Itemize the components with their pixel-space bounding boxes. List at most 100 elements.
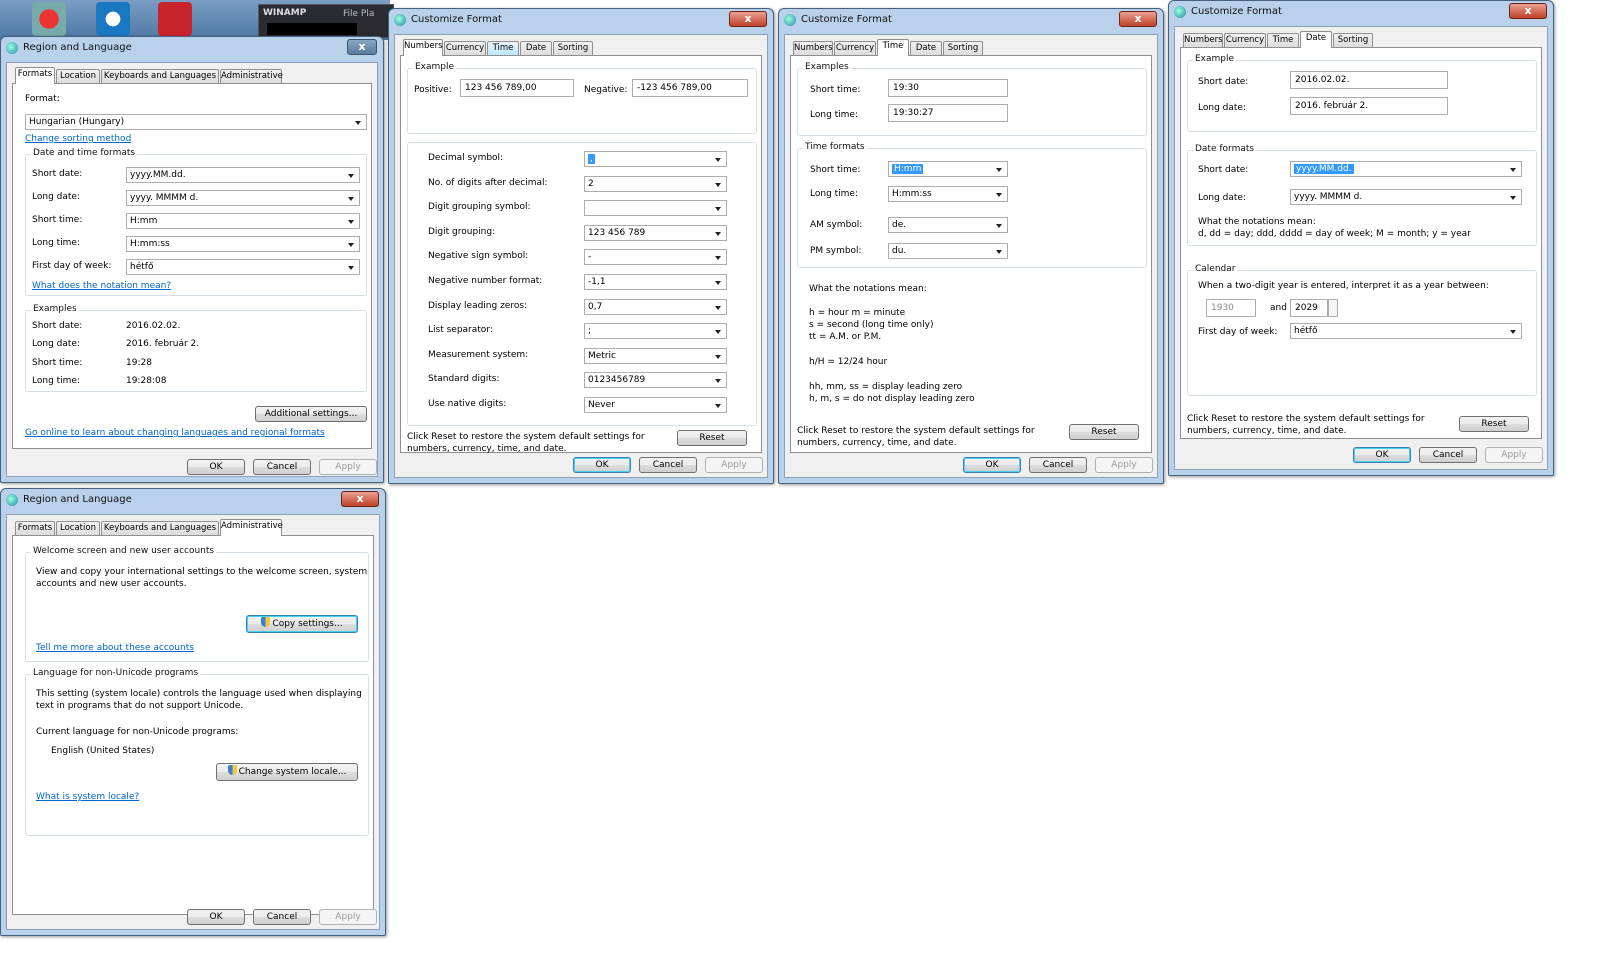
ok-button[interactable]: OK xyxy=(573,457,631,473)
digit-grouping-dropdown[interactable]: 123 456 789 xyxy=(584,225,727,241)
close-button[interactable]: x xyxy=(729,11,767,27)
window-title: Region and Language xyxy=(23,42,132,53)
teamviewer-icon[interactable] xyxy=(96,2,130,36)
tab-time[interactable]: Time xyxy=(487,41,519,55)
group-title: Examples xyxy=(31,304,79,314)
cancel-button[interactable]: Cancel xyxy=(1029,457,1087,473)
apply-button[interactable]: Apply xyxy=(1095,457,1153,473)
tab-sorting[interactable]: Sorting xyxy=(1333,33,1373,47)
title-bar[interactable]: Customize Format x xyxy=(389,9,773,33)
list-separator-dropdown[interactable]: ; xyxy=(584,323,727,339)
title-bar[interactable]: Region and Language x xyxy=(1,489,385,513)
tab-time[interactable]: Time xyxy=(877,39,909,56)
digits-after-decimal-dropdown[interactable]: 2 xyxy=(584,176,727,192)
apply-button[interactable]: Apply xyxy=(319,909,377,925)
example-long-time-label: Long time: xyxy=(810,110,859,120)
notation-link[interactable]: What does the notation mean? xyxy=(32,281,171,291)
ok-button[interactable]: OK xyxy=(1353,447,1411,463)
tab-formats[interactable]: Formats xyxy=(15,521,55,535)
tab-keyboards-languages[interactable]: Keyboards and Languages xyxy=(101,521,219,535)
desktop-app-icon[interactable] xyxy=(32,2,66,36)
year-spinner[interactable] xyxy=(1328,299,1338,317)
format-dropdown[interactable]: Hungarian (Hungary) xyxy=(25,114,367,130)
close-button[interactable]: x xyxy=(347,39,377,55)
cancel-button[interactable]: Cancel xyxy=(253,459,311,475)
tab-formats[interactable]: Formats xyxy=(15,67,55,84)
apply-button[interactable]: Apply xyxy=(319,459,377,475)
tab-administrative[interactable]: Administrative xyxy=(220,69,283,83)
example-long-time-label: Long time: xyxy=(32,376,81,386)
ok-button[interactable]: OK xyxy=(963,457,1021,473)
title-bar[interactable]: Customize Format x xyxy=(779,9,1163,33)
system-locale-link[interactable]: What is system locale? xyxy=(36,792,139,802)
apply-button[interactable]: Apply xyxy=(705,457,763,473)
change-system-locale-button[interactable]: Change system locale... xyxy=(216,763,358,781)
negative-sign-dropdown[interactable]: - xyxy=(584,249,727,265)
short-date-dropdown[interactable]: yyyy.MM.dd. xyxy=(126,167,360,183)
reset-button[interactable]: Reset xyxy=(1069,424,1139,440)
change-sorting-link[interactable]: Change sorting method xyxy=(25,134,131,144)
tab-location[interactable]: Location xyxy=(56,521,100,535)
tab-numbers[interactable]: Numbers xyxy=(1183,33,1223,47)
ok-button[interactable]: OK xyxy=(187,909,245,925)
native-digits-dropdown[interactable]: Never xyxy=(584,397,727,413)
tab-time[interactable]: Time xyxy=(1267,33,1299,47)
short-date-dropdown[interactable]: yyyy.MM.dd. xyxy=(1290,161,1522,177)
decimal-symbol-dropdown[interactable]: , xyxy=(584,151,727,167)
negative-format-dropdown[interactable]: -1,1 xyxy=(584,274,727,290)
tab-numbers[interactable]: Numbers xyxy=(403,39,443,56)
cancel-button[interactable]: Cancel xyxy=(639,457,697,473)
copy-settings-button[interactable]: Copy settings... xyxy=(246,615,358,633)
title-bar[interactable]: Customize Format x xyxy=(1169,1,1553,25)
example-short-date-label: Short date: xyxy=(32,321,83,331)
year-to-field[interactable]: 2029 xyxy=(1290,299,1328,317)
am-symbol-dropdown[interactable]: de. xyxy=(888,217,1008,233)
tab-currency[interactable]: Currency xyxy=(834,41,876,55)
winamp-window[interactable]: WINAMP File Pla xyxy=(258,4,394,38)
dialog-body: Numbers Currency Time Date Sorting Examp… xyxy=(784,34,1158,478)
title-bar[interactable]: Region and Language x xyxy=(1,37,383,61)
tab-numbers[interactable]: Numbers xyxy=(793,41,833,55)
tab-sorting[interactable]: Sorting xyxy=(553,41,593,55)
long-date-dropdown[interactable]: yyyy. MMMM d. xyxy=(126,190,360,206)
long-time-dropdown[interactable]: H:mm:ss xyxy=(126,236,360,252)
tab-currency[interactable]: Currency xyxy=(1224,33,1266,47)
i2-pro-icon[interactable] xyxy=(158,2,192,36)
tab-keyboards-languages[interactable]: Keyboards and Languages xyxy=(101,69,219,83)
winamp-menu[interactable]: File Pla xyxy=(343,9,374,19)
short-time-dropdown[interactable]: H:mm xyxy=(126,213,360,229)
close-button[interactable]: x xyxy=(341,491,379,507)
uac-shield-icon xyxy=(261,617,271,627)
additional-settings-button[interactable]: Additional settings... xyxy=(255,406,367,422)
tab-currency[interactable]: Currency xyxy=(444,41,486,55)
tab-sorting[interactable]: Sorting xyxy=(943,41,983,55)
close-button[interactable]: x xyxy=(1119,11,1157,27)
ok-button[interactable]: OK xyxy=(187,459,245,475)
close-button[interactable]: x xyxy=(1509,3,1547,19)
long-time-dropdown[interactable]: H:mm:ss xyxy=(888,186,1008,202)
tab-administrative[interactable]: Administrative xyxy=(220,519,283,536)
short-date-value: yyyy.MM.dd. xyxy=(1294,164,1354,174)
standard-digits-dropdown[interactable]: 0123456789 xyxy=(584,372,727,388)
numbers-page: Example Positive: 123 456 789,00 Negativ… xyxy=(400,55,762,454)
digit-grouping-symbol-dropdown[interactable] xyxy=(584,200,727,216)
short-time-dropdown[interactable]: H:mm xyxy=(888,161,1008,177)
online-learn-link[interactable]: Go online to learn about changing langua… xyxy=(25,428,325,438)
dialog-body: Formats Location Keyboards and Languages… xyxy=(6,514,380,930)
long-date-dropdown[interactable]: yyyy. MMMM d. xyxy=(1290,189,1522,205)
tell-me-more-link[interactable]: Tell me more about these accounts xyxy=(36,643,194,653)
cancel-button[interactable]: Cancel xyxy=(1419,447,1477,463)
reset-button[interactable]: Reset xyxy=(1459,416,1529,432)
reset-button[interactable]: Reset xyxy=(677,430,747,446)
first-day-dropdown[interactable]: hétfő xyxy=(126,259,360,275)
pm-symbol-dropdown[interactable]: du. xyxy=(888,243,1008,259)
first-day-dropdown[interactable]: hétfő xyxy=(1290,323,1522,339)
tab-date[interactable]: Date xyxy=(1300,31,1332,48)
cancel-button[interactable]: Cancel xyxy=(253,909,311,925)
tab-date[interactable]: Date xyxy=(520,41,552,55)
measurement-system-dropdown[interactable]: Metric xyxy=(584,348,727,364)
tab-location[interactable]: Location xyxy=(56,69,100,83)
tab-date[interactable]: Date xyxy=(910,41,942,55)
leading-zeros-dropdown[interactable]: 0,7 xyxy=(584,299,727,315)
apply-button[interactable]: Apply xyxy=(1485,447,1543,463)
